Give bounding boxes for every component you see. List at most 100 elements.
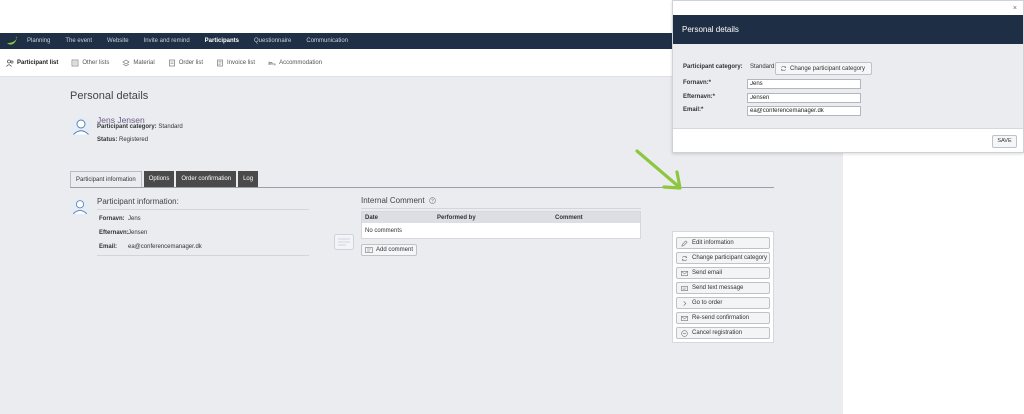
tab-options[interactable]: Options [143, 171, 175, 187]
message-icon [681, 285, 688, 291]
subnav-label: Invoice list [227, 59, 256, 66]
nav-planning[interactable]: Planning [27, 38, 50, 44]
field-label-email: Email: [99, 244, 118, 250]
action-label: Change participant category [692, 255, 768, 261]
action-label: Edit information [692, 240, 734, 246]
action-label: Send email [692, 270, 723, 276]
refresh-icon [781, 66, 786, 71]
page-title: Personal details [70, 90, 149, 102]
tab-order-confirmation[interactable]: Order confirmation [176, 171, 237, 187]
subnav-order-list[interactable]: Order list [168, 59, 203, 67]
no-comments-text: No comments [365, 228, 403, 234]
participant-category: Participant category: Standard [97, 124, 183, 130]
close-icon[interactable]: × [1013, 5, 1017, 12]
modal-change-category-button[interactable]: Change participant category [775, 62, 872, 75]
column-comment: Comment [555, 214, 583, 221]
status-value: Registered [119, 137, 149, 143]
resend-confirmation-button[interactable]: Re-send confirmation [676, 312, 770, 324]
modal-email-label: Email:* [683, 107, 704, 113]
subnav-label: Material [133, 59, 155, 66]
modal-change-category-label: Change participant category [790, 65, 866, 72]
nav-participants[interactable]: Participants [205, 38, 239, 44]
efternavn-input[interactable] [747, 93, 861, 103]
material-icon [122, 59, 130, 66]
subnav-other-lists[interactable]: Other lists [71, 59, 109, 67]
category-label: Participant category: [97, 124, 157, 130]
modal-category-value: Standard [750, 64, 775, 70]
help-icon[interactable] [428, 197, 436, 204]
divider [97, 255, 309, 256]
action-panel: Edit information Change participant cate… [672, 231, 774, 343]
divider [97, 209, 309, 210]
send-email-button[interactable]: Send email [676, 267, 770, 279]
envelope-icon [681, 315, 688, 321]
detail-tabs: Participant information Options Order co… [70, 171, 260, 187]
divider [361, 208, 641, 209]
nav-the-event[interactable]: The event [65, 38, 92, 44]
modal-fornavn-label: Fornavn:* [683, 80, 712, 86]
field-value-fornavn: Jens [128, 216, 141, 222]
subnav-invoice-list[interactable]: Invoice list [216, 59, 255, 67]
nav-communication[interactable]: Communication [306, 38, 348, 44]
column-performed-by: Performed by [437, 214, 476, 221]
subnav-label: Participant list [17, 59, 59, 66]
tab-participant-information[interactable]: Participant information [70, 171, 142, 187]
list-icon [71, 59, 79, 66]
field-label-efternavn: Efternavn: [99, 230, 129, 236]
comment-card-icon [334, 234, 354, 250]
email-input[interactable] [747, 106, 861, 116]
order-icon [168, 59, 175, 66]
status-label: Status: [97, 137, 118, 143]
user-avatar-icon [70, 116, 92, 138]
edit-information-button[interactable]: Edit information [676, 237, 770, 249]
field-value-email: ea@conferencemanager.dk [128, 244, 202, 250]
envelope-icon [681, 270, 688, 276]
green-arrow-icon [635, 149, 682, 190]
people-icon [6, 59, 14, 67]
comment-add-icon [365, 247, 373, 253]
action-label: Cancel registration [692, 330, 743, 336]
subnav-accommodation[interactable]: Accommodation [268, 59, 322, 67]
change-participant-category-button[interactable]: Change participant category [676, 252, 770, 264]
pencil-icon [681, 239, 688, 247]
participant-status: Status: Registered [97, 137, 148, 143]
bed-icon [268, 61, 276, 65]
comment-table-header: Date Performed by Comment [362, 212, 640, 223]
arrow-right-icon [683, 300, 687, 306]
column-date: Date [365, 214, 379, 221]
internal-comment-title: Internal Comment [361, 196, 436, 205]
go-to-order-button[interactable]: Go to order [676, 297, 770, 309]
minus-circle-icon [681, 329, 688, 337]
cancel-registration-button[interactable]: Cancel registration [676, 327, 770, 339]
tab-log[interactable]: Log [238, 171, 259, 187]
subnav-label: Order list [178, 59, 204, 66]
nav-website[interactable]: Website [107, 38, 129, 44]
user-avatar-icon [70, 197, 90, 217]
subnav-participant-list[interactable]: Participant list [6, 59, 58, 67]
action-label: Send text message [692, 285, 744, 291]
subnav-label: Other lists [82, 59, 110, 66]
modal-body: Participant category: Standard Change pa… [673, 44, 1023, 128]
personal-details-modal: × Personal details Participant category:… [672, 0, 1024, 153]
screen: Planning The event Website Invite and re… [0, 0, 1024, 414]
nav-invite-and-remind[interactable]: Invite and remind [144, 38, 190, 44]
action-label: Re-send confirmation [692, 315, 750, 321]
modal-header: Personal details [673, 15, 1023, 44]
save-button[interactable]: SAVE [992, 134, 1017, 148]
modal-close-bar: × [673, 1, 1023, 15]
participant-info-title: Participant information: [97, 197, 179, 206]
modal-category-label: Participant category: [683, 64, 743, 70]
subnav-material[interactable]: Material [122, 59, 155, 67]
send-text-message-button[interactable]: Send text message [676, 282, 770, 294]
fornavn-input[interactable] [747, 79, 861, 89]
field-label-fornavn: Fornavn: [99, 216, 125, 222]
nav-questionnaire[interactable]: Questionnaire [254, 38, 291, 44]
modal-title: Personal details [682, 25, 739, 34]
add-comment-label: Add comment [376, 247, 414, 253]
internal-comment-label: Internal Comment [361, 196, 425, 205]
category-value: Standard [158, 124, 183, 130]
banana-logo-icon[interactable] [6, 36, 18, 46]
subnav-label: Accommodation [279, 59, 323, 66]
action-label: Go to order [692, 300, 723, 306]
add-comment-button[interactable]: Add comment [361, 244, 417, 256]
